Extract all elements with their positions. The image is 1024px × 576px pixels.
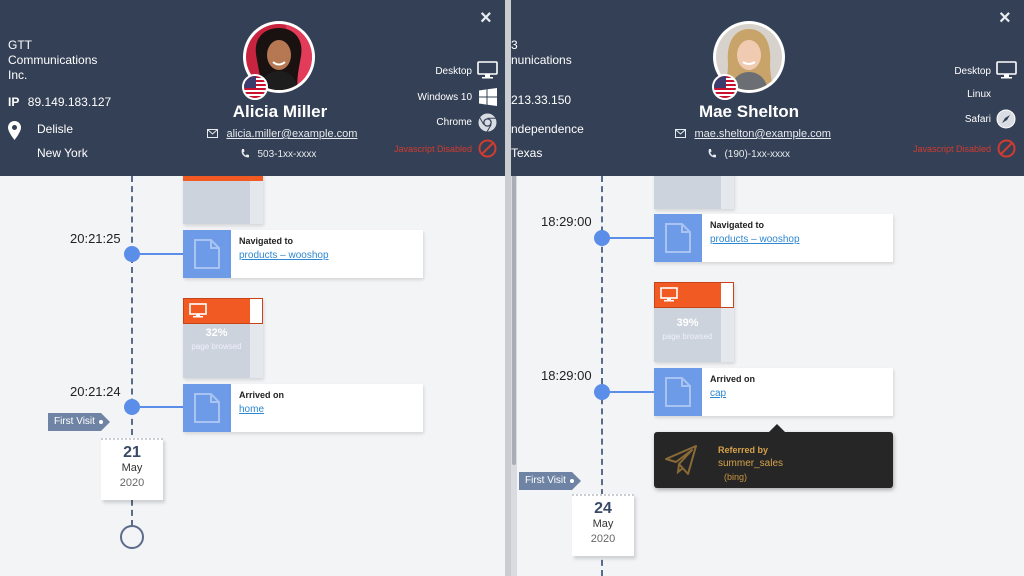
browsed-percent: 32% bbox=[205, 327, 228, 339]
close-icon[interactable]: × bbox=[999, 8, 1011, 28]
event-time: 20:21:25 bbox=[70, 231, 121, 246]
event-page-link[interactable]: products – wooshop bbox=[239, 250, 329, 261]
referral-source: summer_sales bbox=[718, 458, 784, 469]
disabled-icon bbox=[997, 139, 1016, 158]
date-year: 2020 bbox=[590, 533, 616, 545]
device-type: Desktop bbox=[954, 66, 991, 77]
event-time: 18:29:00 bbox=[541, 368, 592, 383]
operating-system: Windows 10 bbox=[417, 92, 472, 103]
javascript-status: Javascript Disabled bbox=[912, 144, 991, 154]
city: ndependence bbox=[511, 122, 584, 136]
browser-name: Safari bbox=[964, 114, 991, 125]
browser-name: Chrome bbox=[436, 117, 472, 128]
paper-plane-icon bbox=[665, 445, 697, 475]
timeline-dot bbox=[124, 399, 140, 415]
visitor-panel-right: × 3 nunications 213.33.150 ndependence T… bbox=[511, 0, 1024, 576]
visit-date: 21 May 2020 bbox=[101, 438, 163, 500]
event-page-link[interactable]: products – wooshop bbox=[710, 234, 800, 245]
company-name: GTT Communications Inc. bbox=[8, 38, 98, 82]
email-link[interactable]: mae.shelton@example.com bbox=[694, 128, 831, 140]
us-flag-icon bbox=[242, 74, 268, 100]
event-title: Navigated to bbox=[239, 236, 294, 246]
event-title: Navigated to bbox=[710, 220, 765, 230]
timeline-end-circle bbox=[120, 525, 144, 549]
event-card-navigated: Navigated to products – wooshop bbox=[654, 214, 893, 262]
email-row: alicia.miller@example.com bbox=[207, 124, 357, 142]
referral-medium: (bing) bbox=[724, 472, 748, 482]
desktop-icon bbox=[996, 61, 1017, 79]
chrome-icon bbox=[478, 113, 497, 132]
envelope-icon bbox=[675, 129, 686, 138]
browsed-label: page browsed bbox=[662, 332, 713, 341]
event-page-link[interactable]: cap bbox=[710, 388, 755, 399]
phone-icon bbox=[241, 149, 249, 158]
phone-number: 503-1xx-xxxx bbox=[257, 149, 317, 160]
windows-icon bbox=[479, 88, 497, 106]
region: New York bbox=[37, 146, 88, 160]
date-day: 24 bbox=[594, 500, 612, 517]
page-icon bbox=[183, 384, 231, 432]
event-time: 18:29:00 bbox=[541, 214, 592, 229]
date-month: May bbox=[121, 462, 143, 474]
timeline-connector bbox=[610, 237, 654, 239]
visitor-header: × 3 nunications 213.33.150 ndependence T… bbox=[511, 0, 1024, 176]
first-visit-tag: First Visit bbox=[48, 413, 110, 431]
page-icon bbox=[654, 368, 702, 416]
disabled-icon bbox=[478, 139, 497, 158]
phone-row: (190)-1xx-xxxx bbox=[708, 144, 790, 162]
javascript-status: Javascript Disabled bbox=[393, 144, 472, 154]
page-icon bbox=[654, 214, 702, 262]
device-type: Desktop bbox=[435, 66, 472, 77]
us-flag-icon bbox=[712, 74, 738, 100]
date-year: 2020 bbox=[119, 477, 145, 489]
close-icon[interactable]: × bbox=[480, 8, 492, 28]
desktop-icon bbox=[660, 287, 678, 302]
date-month: May bbox=[592, 518, 614, 530]
envelope-icon bbox=[207, 129, 218, 138]
ip-address: 213.33.150 bbox=[511, 93, 572, 107]
city: Delisle bbox=[37, 122, 74, 136]
phone-row: 503-1xx-xxxx bbox=[241, 144, 316, 162]
event-time: 20:21:24 bbox=[70, 384, 121, 399]
visitor-name: Alicia Miller bbox=[232, 102, 328, 121]
page-icon bbox=[183, 230, 231, 278]
ip-address: IP 89.149.183.127 bbox=[8, 95, 112, 109]
visitor-name: Mae Shelton bbox=[698, 102, 800, 121]
scrollbar-thumb[interactable] bbox=[512, 175, 516, 465]
operating-system: Linux bbox=[967, 89, 991, 100]
timeline-dot bbox=[594, 384, 610, 400]
timeline-connector bbox=[610, 391, 654, 393]
desktop-icon bbox=[477, 61, 498, 79]
phone-icon bbox=[708, 149, 716, 158]
visit-date: 24 May 2020 bbox=[572, 494, 634, 556]
referral-popup: Referred by summer_sales (bing) bbox=[654, 424, 893, 488]
phone-number: (190)-1xx-xxxx bbox=[724, 149, 791, 160]
timeline-connector bbox=[140, 253, 183, 255]
timeline-connector bbox=[140, 406, 183, 408]
desktop-icon bbox=[189, 303, 207, 318]
safari-icon bbox=[996, 109, 1016, 129]
timeline-dot bbox=[124, 246, 140, 262]
email-link[interactable]: alicia.miller@example.com bbox=[226, 128, 357, 140]
event-page-link[interactable]: home bbox=[239, 404, 284, 415]
page-browsed-card: 39% page browsed bbox=[654, 282, 734, 362]
page-browsed-card: 32% page browsed bbox=[183, 298, 263, 378]
first-visit-tag: First Visit bbox=[519, 472, 581, 490]
event-title: Arrived on bbox=[710, 374, 756, 384]
event-title: Arrived on bbox=[239, 390, 285, 400]
email-row: mae.shelton@example.com bbox=[675, 124, 831, 142]
company-name: 3 nunications bbox=[511, 38, 572, 67]
location-pin-icon bbox=[8, 121, 21, 140]
referral-label: Referred by bbox=[718, 445, 769, 455]
date-day: 21 bbox=[123, 444, 141, 461]
region: Texas bbox=[511, 146, 543, 160]
browsed-label: page browsed bbox=[191, 342, 242, 351]
event-card-navigated: Navigated to products – wooshop bbox=[183, 230, 423, 278]
event-card-arrived: Arrived on cap bbox=[654, 368, 893, 416]
timeline-dot bbox=[594, 230, 610, 246]
visitor-header: × GTT Communications Inc. IP 89.149.183.… bbox=[0, 0, 505, 176]
event-card-arrived: Arrived on home bbox=[183, 384, 423, 432]
browsed-percent: 39% bbox=[676, 317, 699, 329]
visitor-panel-left: × GTT Communications Inc. IP 89.149.183.… bbox=[0, 0, 505, 576]
